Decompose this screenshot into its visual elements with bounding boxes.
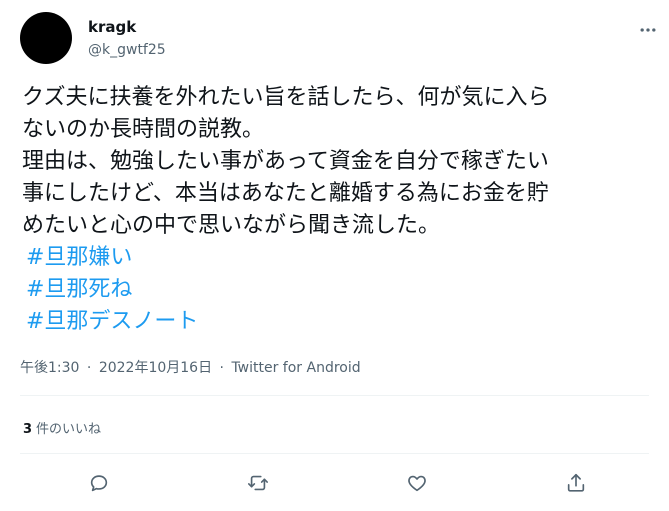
likes-count: 3 <box>23 422 33 437</box>
reply-button[interactable] <box>82 466 116 500</box>
hashtag-link[interactable]: #旦那嫌い <box>26 242 647 274</box>
tweet-meta: 午後1:30 · 2022年10月16日 · Twitter for Andro… <box>20 357 361 377</box>
tweet-text-line: 理由は、勉強したい事があって資金を自分で稼ぎたい <box>22 149 549 174</box>
tweet-actions-bar <box>0 466 669 500</box>
tweet-text: クズ夫に扶養を外れたい旨を話したら、何が気に入ら ないのか長時間の説教。 理由は… <box>22 82 647 338</box>
hashtag-link[interactable]: #旦那デスノート <box>26 306 647 338</box>
meta-separator: · <box>219 360 224 376</box>
tweet-source-link[interactable]: Twitter for Android <box>231 360 360 376</box>
more-options-button[interactable] <box>636 18 660 42</box>
more-horizontal-icon <box>638 20 658 40</box>
avatar[interactable] <box>20 12 72 64</box>
like-button[interactable] <box>400 466 434 500</box>
likes-count-link[interactable]: 3 件のいいね <box>23 418 101 437</box>
tweet-date-link[interactable]: 2022年10月16日 <box>99 360 212 376</box>
divider <box>20 453 649 454</box>
author-handle[interactable]: @k_gwtf25 <box>88 42 166 58</box>
tweet-text-line: クズ夫に扶養を外れたい旨を話したら、何が気に入ら <box>22 85 550 110</box>
reply-icon <box>88 472 110 494</box>
tweet-text-line: ないのか長時間の説教。 <box>22 117 265 142</box>
share-button[interactable] <box>559 466 593 500</box>
tweet-header: kragk @k_gwtf25 <box>20 12 660 68</box>
share-icon <box>565 472 587 494</box>
author-display-name[interactable]: kragk <box>88 18 136 36</box>
tweet-time-link[interactable]: 午後1:30 <box>20 360 79 376</box>
tweet-text-line: 事にしたけど、本当はあなたと離婚する為にお金を貯 <box>22 181 549 206</box>
meta-separator: · <box>86 360 92 376</box>
tweet-text-line: めたいと心の中で思いながら聞き流した。 <box>22 213 441 238</box>
likes-label: 件のいいね <box>36 422 102 437</box>
retweet-button[interactable] <box>241 466 275 500</box>
like-icon <box>406 472 428 494</box>
tweet-detail: kragk @k_gwtf25 クズ夫に扶養を外れたい旨を話したら、何が気に入ら… <box>0 0 669 511</box>
hashtag-link[interactable]: #旦那死ね <box>26 274 647 306</box>
retweet-icon <box>246 472 270 494</box>
divider <box>20 395 649 396</box>
